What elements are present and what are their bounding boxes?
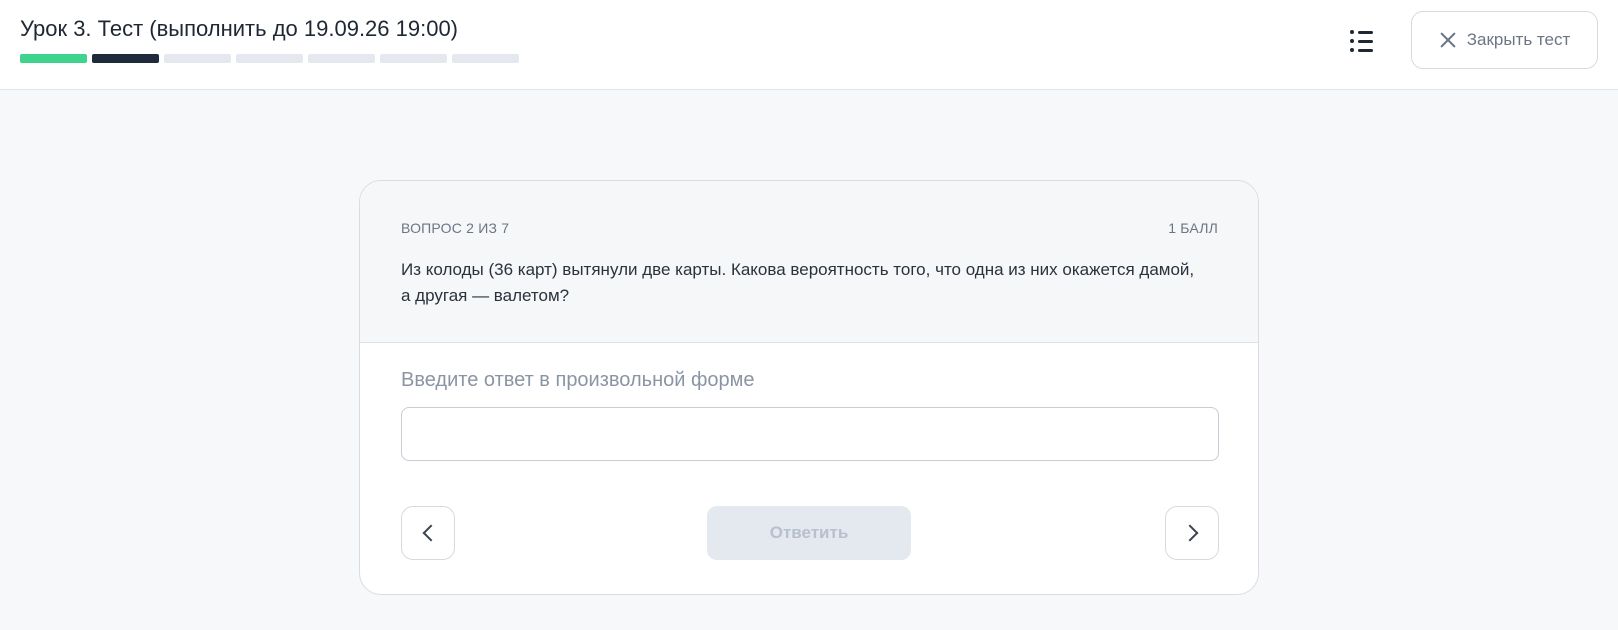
question-progress bbox=[20, 54, 519, 63]
close-test-label: Закрыть тест bbox=[1466, 30, 1571, 49]
list-icon bbox=[1350, 30, 1380, 34]
progress-segment[interactable] bbox=[236, 54, 303, 63]
submit-answer-button[interactable]: Ответить bbox=[707, 506, 911, 560]
question-card: ВОПРОС 2 ИЗ 7 1 БАЛЛ Из колоды (36 карт)… bbox=[359, 180, 1259, 595]
close-icon bbox=[1439, 31, 1457, 49]
previous-question-button[interactable] bbox=[401, 506, 455, 560]
progress-segment[interactable] bbox=[20, 54, 87, 63]
next-question-button[interactable] bbox=[1165, 506, 1219, 560]
question-header: ВОПРОС 2 ИЗ 7 1 БАЛЛ Из колоды (36 карт)… bbox=[360, 181, 1258, 343]
chevron-left-icon bbox=[422, 524, 439, 542]
top-bar: Урок 3. Тест (выполнить до 19.09.26 19:0… bbox=[0, 0, 1618, 90]
progress-segment[interactable] bbox=[452, 54, 519, 63]
question-counter: ВОПРОС 2 ИЗ 7 bbox=[401, 220, 510, 236]
answer-label: Введите ответ в произвольной форме bbox=[401, 369, 755, 391]
answer-input[interactable] bbox=[401, 407, 1219, 461]
question-text: Из колоды (36 карт) вытянули две карты. … bbox=[401, 260, 1195, 305]
progress-segment[interactable] bbox=[308, 54, 375, 63]
progress-segment[interactable] bbox=[164, 54, 231, 63]
close-test-button[interactable]: Закрыть тест bbox=[1411, 11, 1598, 69]
chevron-right-icon bbox=[1181, 524, 1198, 542]
questions-list-button[interactable] bbox=[1340, 24, 1380, 58]
question-points: 1 БАЛЛ bbox=[1168, 220, 1218, 236]
page-title: Урок 3. Тест (выполнить до 19.09.26 19:0… bbox=[20, 16, 459, 41]
progress-segment[interactable] bbox=[380, 54, 447, 63]
progress-segment[interactable] bbox=[92, 54, 159, 63]
